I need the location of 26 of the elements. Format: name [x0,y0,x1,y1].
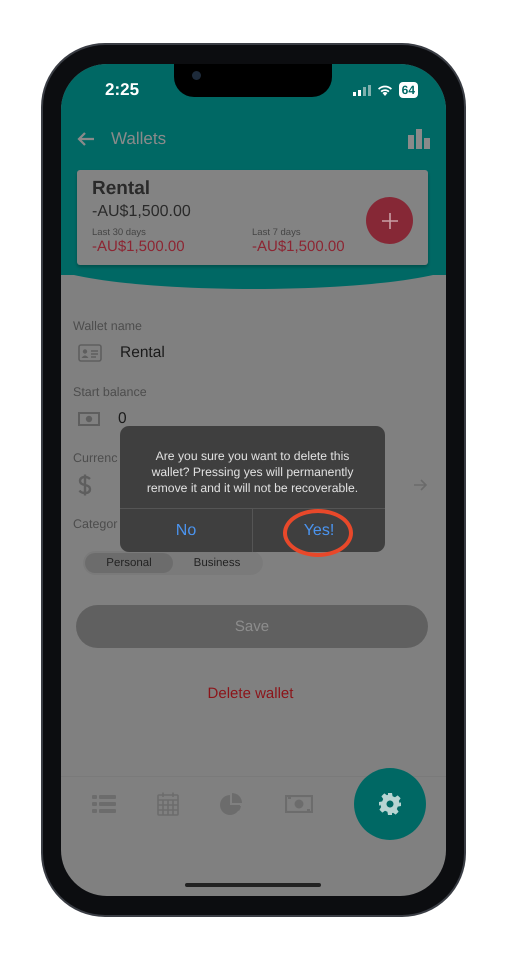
stat-value: -AU$1,500.00 [92,238,186,255]
banknote-icon [78,412,100,426]
plus-icon [380,212,398,230]
category-option[interactable]: Personal [85,553,173,573]
bar-chart-icon[interactable] [408,129,430,149]
dialog-button[interactable]: Yes! [298,518,340,544]
screen-title: Wallets [111,129,168,149]
start-balance-field[interactable]: 0 [118,410,127,428]
stat-label: Last 7 days [252,227,302,238]
battery-level: 64 [398,82,418,98]
wallet-balance: -AU$1,500.00 [92,203,191,221]
add-button[interactable] [366,197,413,244]
dialog-button[interactable]: No [170,518,202,544]
wallet-name-field[interactable]: Rental [120,344,165,362]
dialog-message: Are you sure you want to delete this wallet? Pressing yes will permanently remove it and it will not be recoverable. [146,448,360,497]
stat-value: -AU$1,500.00 [252,238,346,255]
wifi-icon [376,84,393,96]
dollar-icon [78,474,92,496]
wallet-name: Rental [92,178,150,200]
back-button[interactable] [77,131,95,147]
category-option[interactable]: Business [173,553,261,573]
id-card-icon [78,344,102,362]
delete-wallet-link[interactable]: Delete wallet [208,685,294,702]
status-time: 2:25 [105,80,140,100]
stat-label: Last 30 days [92,227,147,238]
signal-icon [352,84,371,96]
